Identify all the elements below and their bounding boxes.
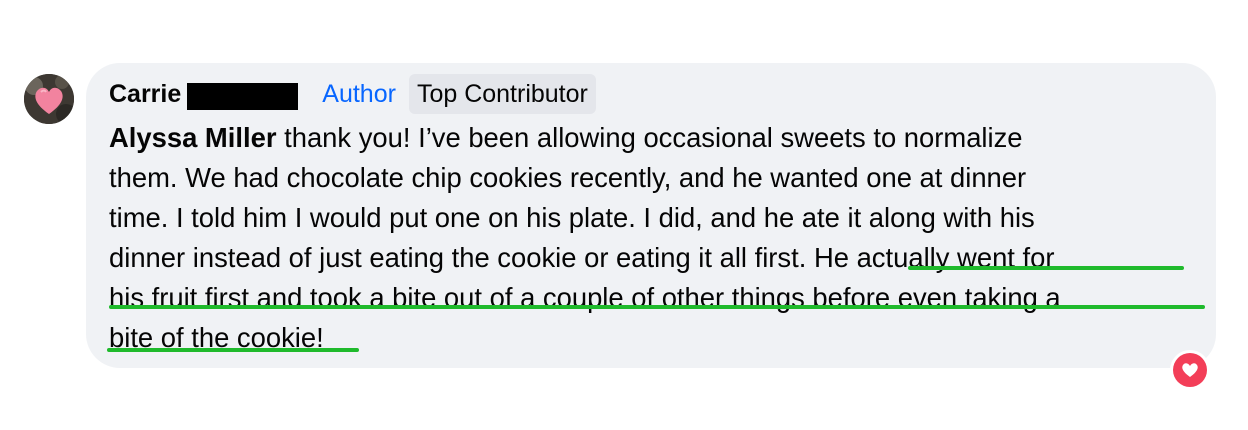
comment-line: dinner instead of just eating the cookie… <box>109 242 1055 273</box>
mention-link[interactable]: Alyssa Miller <box>109 122 276 153</box>
highlight-underline <box>109 305 1205 309</box>
love-reaction-button[interactable] <box>1170 350 1210 390</box>
redacted-surname <box>187 82 299 110</box>
comment-line: his fruit first and took a bite out of a… <box>109 282 1061 313</box>
comment-line: bite of the cookie! <box>109 322 324 353</box>
comment-body: Alyssa Miller thank you! I’ve been allow… <box>109 118 1209 358</box>
author-badge: Author <box>322 80 396 108</box>
comment-header: Carrie Author Top Contributor <box>109 74 596 114</box>
comment-line: time. I told him I would put one on his … <box>109 202 1035 233</box>
highlight-underline <box>908 266 1184 270</box>
highlight-underline <box>107 348 359 352</box>
comment-thread: Carrie Author Top Contributor Alyssa Mil… <box>0 0 1248 430</box>
pink-heart-avatar-icon <box>24 74 74 124</box>
author-name[interactable]: Carrie <box>109 76 181 112</box>
comment-line: Alyssa Miller thank you! I’ve been allow… <box>109 122 1023 153</box>
comment-line: them. We had chocolate chip cookies rece… <box>109 162 1027 193</box>
top-contributor-badge: Top Contributor <box>408 74 596 114</box>
love-reaction-icon <box>1173 353 1207 387</box>
avatar[interactable] <box>24 74 74 124</box>
